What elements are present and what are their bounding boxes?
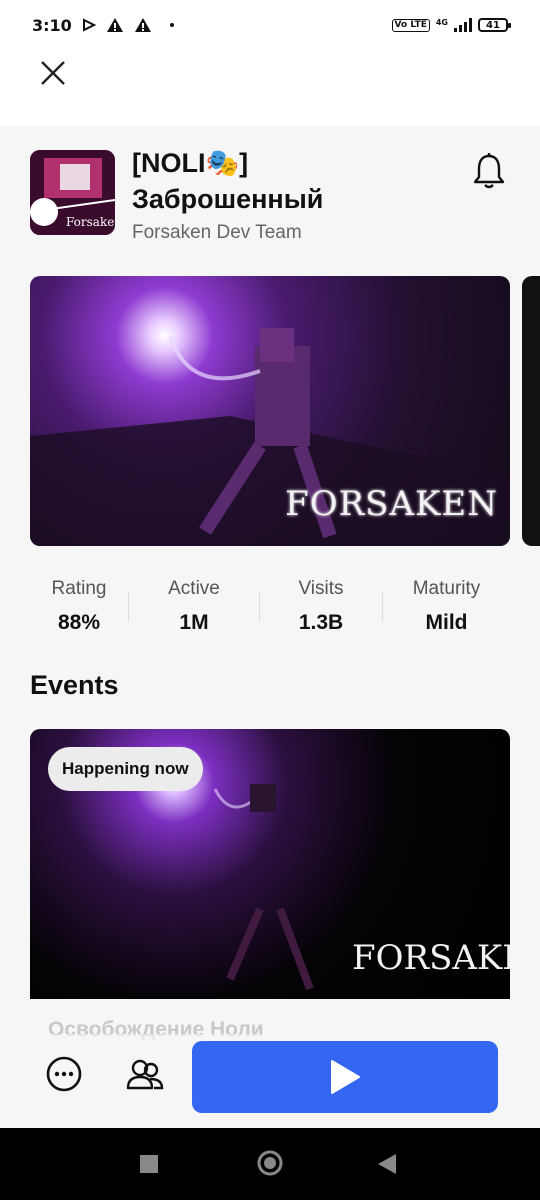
stats-row: Rating 88% Active 1M Visits 1.3B Maturit… <box>30 576 510 640</box>
thumbnail-logo-text: Forsaken <box>66 215 115 229</box>
developer-name[interactable]: Forsaken Dev Team <box>132 222 302 244</box>
stat-visits: Visits 1.3B <box>260 576 382 640</box>
system-nav-bar <box>0 1128 540 1200</box>
stat-label: Rating <box>51 578 107 599</box>
status-bar: 3:10 Vo LTE 4G 41 <box>0 0 540 50</box>
more-icon[interactable] <box>40 1050 88 1098</box>
friends-icon[interactable] <box>120 1050 168 1098</box>
back-icon[interactable] <box>378 1154 396 1174</box>
recent-apps-icon[interactable] <box>140 1155 158 1173</box>
battery-level: 41 <box>486 19 500 31</box>
status-right: Vo LTE 4G 41 <box>391 18 511 32</box>
status-time: 3:10 <box>32 15 72 35</box>
volte-badge: Vo LTE <box>391 18 430 32</box>
home-icon[interactable] <box>256 1149 284 1177</box>
screenshot-1[interactable]: FORSAKEN <box>30 276 510 546</box>
bell-icon[interactable] <box>472 152 506 190</box>
network-label: 4G <box>435 18 448 27</box>
stat-value: 88% <box>57 611 101 634</box>
event-logo-text: FORSAKEN <box>352 938 510 978</box>
warning-icon-2 <box>134 18 151 32</box>
happening-now-badge: Happening now <box>48 747 203 791</box>
screenshot-logo: FORSAKEN <box>285 484 498 524</box>
top-bar <box>0 50 540 126</box>
screenshot-carousel[interactable]: FORSAKEN <box>30 276 540 546</box>
stat-value: Mild <box>425 611 468 634</box>
stat-rating: Rating 88% <box>30 576 128 640</box>
signal-icon <box>454 18 472 32</box>
warning-icon <box>106 18 123 32</box>
status-left: 3:10 <box>32 16 174 35</box>
play-icon <box>331 1060 360 1094</box>
stat-value: 1.3B <box>298 611 344 634</box>
close-icon[interactable] <box>36 56 70 90</box>
play-button[interactable] <box>192 1041 498 1113</box>
notification-dot <box>169 23 174 27</box>
screenshot-2[interactable] <box>522 276 540 546</box>
events-heading: Events <box>30 670 119 700</box>
game-title: [NOLI🎭] <box>132 148 249 178</box>
battery-icon: 41 <box>478 18 511 32</box>
stat-value: 1M <box>179 611 209 634</box>
stat-label: Maturity <box>412 578 481 599</box>
game-thumbnail-art: Forsaken <box>30 150 115 235</box>
game-header: Forsaken [NOLI🎭] Заброшенный Forsaken De… <box>30 148 510 250</box>
event-card[interactable]: FORSAKEN Happening now <box>30 729 510 999</box>
stat-active: Active 1M <box>129 576 259 640</box>
game-subtitle: Заброшенный <box>132 184 324 214</box>
play-store-notification-icon <box>82 18 96 32</box>
stat-label: Visits <box>298 578 344 599</box>
game-thumbnail[interactable]: Forsaken <box>30 150 115 235</box>
stat-label: Active <box>168 578 220 599</box>
stat-maturity[interactable]: Maturity Mild <box>383 576 510 640</box>
